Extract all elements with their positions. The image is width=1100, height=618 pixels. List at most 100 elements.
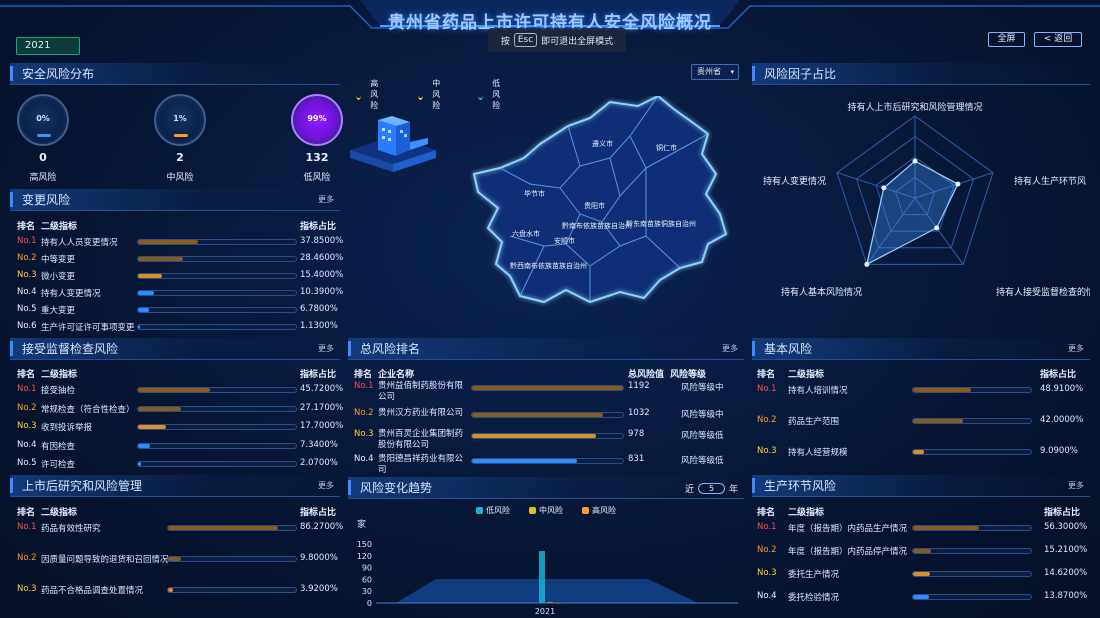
production-more-link[interactable]: 更多 [1068,480,1084,491]
rank-label: No.2 [17,253,37,263]
pin-icon [418,90,424,100]
radar-label: 持有人生产环节风 [1014,175,1086,187]
ranking-row[interactable]: No.3 贵州百灵企业集团制药股份有限公司 978 风险等级低 [354,428,744,452]
indicator-row[interactable]: No.1 年度（报告期）内药品生产情况 56.3000% [757,521,1087,535]
indicator-row[interactable]: No.1 持有人培训情况 48.9100% [757,383,1087,397]
rank-label: No.4 [17,287,37,297]
fullscreen-button[interactable]: 全屏 [988,32,1025,47]
region-select[interactable]: 贵州省 ▾ [691,64,739,80]
gauge-percent: 1% [173,114,187,123]
gauge-level-mark [174,134,188,137]
indicator-row[interactable]: No.2 药品生产范围 42.0000% [757,414,1087,428]
total-more-link[interactable]: 更多 [722,343,738,354]
rank-label: No.2 [757,415,777,425]
col-pct-header: 指标占比 [300,508,337,518]
indicator-row[interactable]: No.2 中等变更 28.4600% [17,252,347,266]
indicator-bar [912,449,1032,455]
pin-icon [356,90,362,100]
city-label[interactable]: 六盘水市 [512,229,540,238]
y-tick-label: 60 [362,575,372,584]
indicator-percent: 28.4600% [300,253,344,263]
rank-label: No.1 [757,522,777,532]
indicator-name: 许可检查 [41,460,76,470]
indicator-row[interactable]: No.4 持有人变更情况 10.3900% [17,286,347,300]
indicator-bar [137,387,297,393]
risk-gauge: 0% [17,94,69,146]
indicator-row[interactable]: No.1 接受抽检 45.7200% [17,383,347,397]
indicator-bar-fill [138,406,181,411]
indicator-row[interactable]: No.3 持有人经营规模 9.0900% [757,445,1087,459]
indicator-row[interactable]: No.1 持有人人员变更情况 37.8500% [17,235,347,249]
postmarket-more-link[interactable]: 更多 [318,480,334,491]
gauge-count: 2 [176,151,184,164]
indicator-row[interactable]: No.2 年度（报告期）内药品停产情况 15.2100% [757,544,1087,558]
basic-more-link[interactable]: 更多 [1068,343,1084,354]
indicator-bar-fill [138,291,155,295]
indicator-percent: 15.4000% [300,270,344,280]
indicator-bar [137,461,297,467]
city-label[interactable]: 贵阳市 [584,201,605,210]
indicator-percent: 3.9200% [300,584,338,594]
ranking-row[interactable]: No.1 贵州益佰制药股份有限公司 1192 风险等级中 [354,380,744,404]
indicator-row[interactable]: No.2 因质量问题导致的退货和召回情况 9.8000% [17,552,347,566]
city-label[interactable]: 遵义市 [592,139,613,148]
indicator-row[interactable]: No.5 重大变更 6.7800% [17,303,347,317]
risk-level: 风险等级低 [681,431,724,441]
col-name-header: 企业名称 [378,370,415,380]
map-legend-item[interactable]: 高风险 [356,78,383,111]
indicator-bar [167,525,297,531]
risk-gauge: 1% [154,94,206,146]
esc-key: Esc [513,33,538,47]
indicator-name: 微小变更 [41,272,76,282]
indicator-bar-fill [138,240,198,244]
risk-level: 风险等级低 [681,456,724,466]
indicator-name: 中等变更 [41,255,76,265]
indicator-row[interactable]: No.2 常规检查（符合性检查） 27.1700% [17,402,347,416]
indicator-bar [137,324,297,330]
indicator-row[interactable]: No.6 生产许可证许可事项变更 1.1300% [17,320,347,334]
y-tick-label: 120 [357,552,372,561]
indicator-row[interactable]: No.3 收到投诉举报 17.7000% [17,420,347,434]
back-button[interactable]: < 返回 [1034,32,1082,47]
recent-years-input[interactable]: 5 [698,483,726,494]
city-label[interactable]: 毕节市 [524,189,545,198]
supervision-more-link[interactable]: 更多 [318,343,334,354]
dashboard: 贵州省药品上市许可持有人安全风险概况 2021 按 Esc 即可退出全屏模式 全… [0,0,1100,618]
indicator-name: 委托生产情况 [788,570,840,580]
indicator-bar-fill [913,572,931,576]
city-label[interactable]: 黔东南苗族侗族自治州 [626,219,696,228]
indicator-name: 接受抽检 [41,386,76,396]
ranking-bar-fill [472,459,578,463]
city-label[interactable]: 黔西南布依族苗族自治州 [510,261,587,270]
indicator-row[interactable]: No.1 药品有效性研究 86.2700% [17,521,347,535]
indicator-row[interactable]: No.3 微小变更 15.4000% [17,269,347,283]
recent-pre: 近 [685,485,695,495]
city-label[interactable]: 铜仁市 [656,143,677,152]
recent-post: 年 [729,485,739,495]
change-more-link[interactable]: 更多 [318,194,334,205]
radar-label: 持有人变更情况 [763,175,826,187]
indicator-percent: 15.2100% [1044,545,1088,555]
rank-label: No.6 [17,321,37,331]
rank-label: No.3 [354,429,374,439]
indicator-name: 年度（报告期）内药品停产情况 [788,547,908,557]
indicator-percent: 56.3000% [1044,522,1088,532]
rank-label: No.2 [757,545,777,555]
trend-title: 风险变化趋势 [360,481,433,495]
change-section-header: 变更风险 更多 [10,189,340,211]
indicator-row[interactable]: No.3 药品不合格品调查处置情况 3.9200% [17,583,347,597]
indicator-percent: 2.0700% [300,458,338,468]
trend-bar-高风险 [555,603,561,604]
ranking-row[interactable]: No.4 贵阳德昌祥药业有限公司 831 风险等级低 [354,453,744,477]
city-label[interactable]: 安顺市 [554,236,575,245]
year-selector[interactable]: 2021 [16,37,80,55]
indicator-row[interactable]: No.4 委托检验情况 13.8700% [757,590,1087,604]
indicator-row[interactable]: No.3 委托生产情况 14.6200% [757,567,1087,581]
city-label[interactable]: 黔南布依族苗族自治州 [562,221,632,230]
indicator-name: 持有人经营规模 [788,448,848,458]
guizhou-map[interactable]: 遵义市 铜仁市毕节市贵阳市黔东南苗族侗族自治州六盘水市 黔南布依族苗族自治州安顺市黔… [470,96,732,328]
map-legend-item[interactable]: 中风险 [418,78,445,111]
y-tick-label: 0 [367,599,372,608]
indicator-row[interactable]: No.4 有因检查 7.3400% [17,439,347,453]
indicator-row[interactable]: No.5 许可检查 2.0700% [17,457,347,471]
